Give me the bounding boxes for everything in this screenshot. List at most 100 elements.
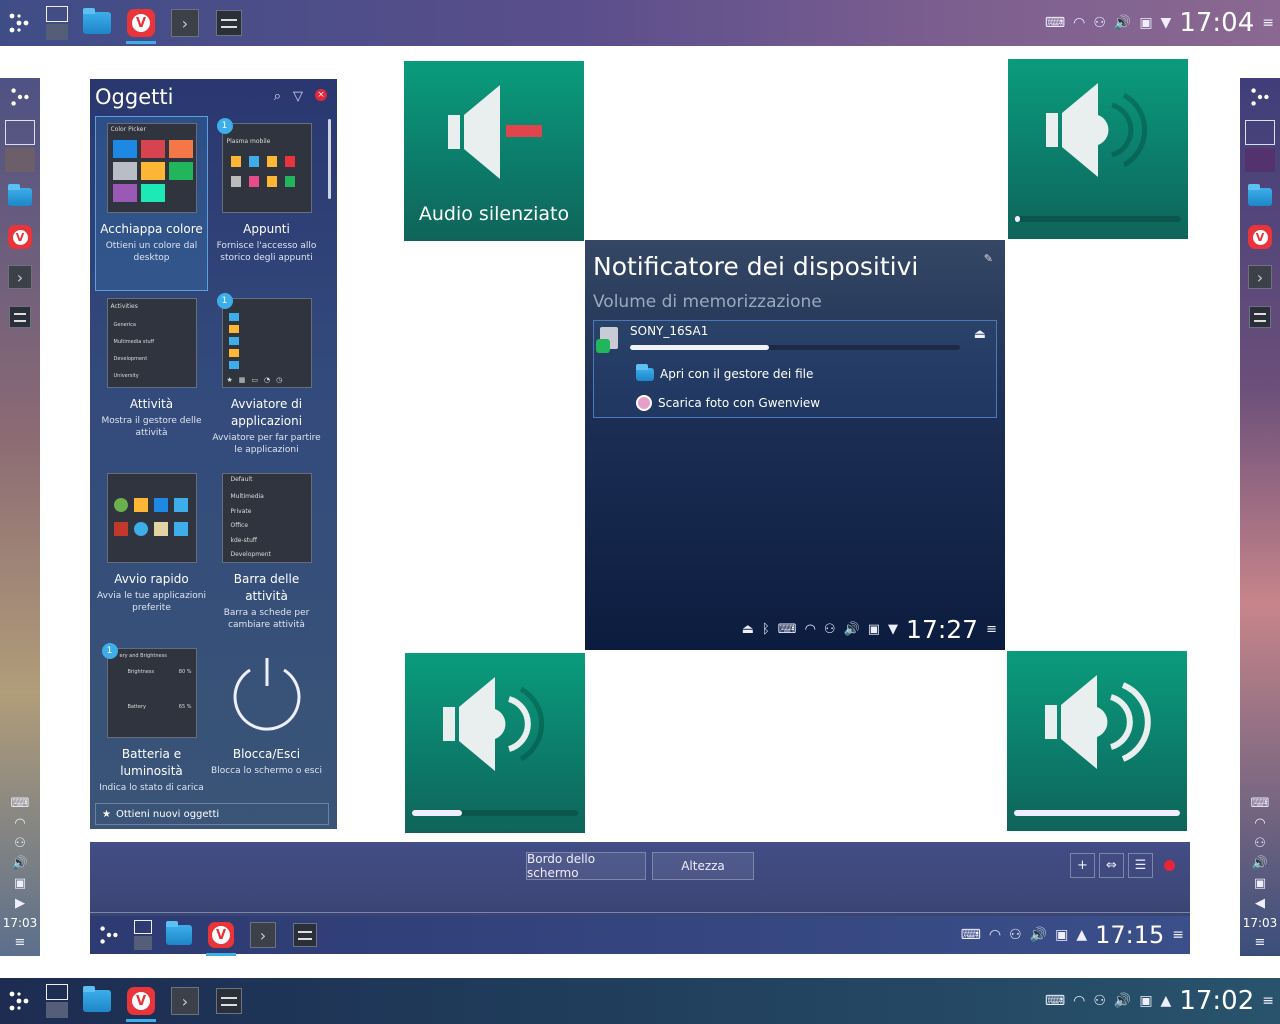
get-new-widgets-button[interactable]: ★ Ottieni nuovi oggetti bbox=[95, 803, 329, 825]
wifi-icon[interactable]: ◠ bbox=[1254, 816, 1265, 831]
close-icon[interactable] bbox=[1157, 853, 1182, 878]
battery-icon[interactable]: ▣ bbox=[1139, 993, 1152, 1009]
battery-icon[interactable]: ▣ bbox=[1055, 927, 1068, 943]
bluetooth-icon[interactable]: ᛒ bbox=[762, 622, 770, 637]
panel-menu-icon[interactable]: ≡ bbox=[986, 622, 997, 637]
vivaldi-launcher[interactable]: V bbox=[206, 920, 236, 956]
wifi-icon[interactable]: ◠ bbox=[14, 816, 25, 831]
search-icon[interactable]: ⌕ bbox=[274, 89, 281, 104]
user-icon[interactable]: ⚇ bbox=[1254, 836, 1266, 851]
virtual-desktop-pager[interactable] bbox=[46, 984, 68, 1018]
device-item[interactable]: SONY_16SA1 ⏏ Apri con il gestore dei fil… bbox=[593, 320, 997, 418]
clock[interactable]: 17:04 bbox=[1179, 8, 1254, 38]
desktop-1[interactable] bbox=[5, 120, 35, 145]
application-launcher-icon[interactable] bbox=[6, 988, 32, 1014]
volume-icon[interactable]: 🔊 bbox=[1252, 856, 1268, 871]
clock[interactable]: 17:02 bbox=[1179, 986, 1254, 1016]
widget-item-application-launcher[interactable]: 1 ★▦▭◔◷ Avviatore di applicazioni Avviat… bbox=[210, 291, 323, 466]
dolphin-launcher[interactable] bbox=[5, 182, 35, 212]
wifi-icon[interactable]: ◠ bbox=[805, 622, 816, 637]
keyboard-icon[interactable]: ⌨ bbox=[1045, 15, 1065, 31]
battery-icon[interactable]: ▣ bbox=[1254, 876, 1266, 891]
widget-item-battery-brightness[interactable]: 1 ery and Brightness Brightness 80 % Bat… bbox=[95, 641, 208, 816]
user-icon[interactable]: ⚇ bbox=[1093, 993, 1106, 1009]
tray-expand-icon[interactable]: ▼ bbox=[888, 622, 898, 637]
add-spacer-icon[interactable]: ⇔ bbox=[1099, 853, 1124, 878]
virtual-desktop-pager[interactable] bbox=[1245, 120, 1275, 172]
keyboard-icon[interactable]: ⌨ bbox=[778, 622, 797, 637]
system-settings-launcher[interactable] bbox=[5, 302, 35, 332]
eject-icon[interactable]: ⏏ bbox=[974, 327, 986, 342]
application-launcher-icon[interactable] bbox=[96, 922, 122, 948]
user-icon[interactable]: ⚇ bbox=[1093, 15, 1106, 31]
clock[interactable]: 17:03 bbox=[3, 916, 38, 930]
system-settings-launcher[interactable] bbox=[1245, 302, 1275, 332]
tray-expand-icon[interactable]: ▲ bbox=[1076, 927, 1087, 943]
battery-icon[interactable]: ▣ bbox=[14, 876, 26, 891]
panel-menu-icon[interactable]: ≡ bbox=[15, 935, 26, 950]
widget-item-lock-logout[interactable]: Blocca/Esci Blocca lo schermo o esci bbox=[210, 641, 323, 816]
widget-item-activity-bar[interactable]: Default Multimedia Private Office kde-st… bbox=[210, 466, 323, 641]
screen-edge-button[interactable]: Bordo dello schermo bbox=[526, 852, 646, 880]
desktop-1[interactable] bbox=[46, 984, 68, 1000]
desktop-1[interactable] bbox=[1245, 120, 1275, 145]
user-icon[interactable]: ⚇ bbox=[824, 622, 836, 637]
dolphin-launcher[interactable] bbox=[82, 8, 112, 38]
volume-icon[interactable]: 🔊 bbox=[1030, 927, 1047, 943]
system-settings-launcher[interactable] bbox=[214, 8, 244, 38]
konsole-launcher[interactable]: › bbox=[170, 986, 200, 1016]
keyboard-icon[interactable]: ⌨ bbox=[961, 927, 981, 943]
height-button[interactable]: Altezza bbox=[652, 852, 754, 880]
dolphin-launcher[interactable] bbox=[82, 986, 112, 1016]
widget-item-quicklaunch[interactable]: Avvio rapido Avvia le tue applicazioni p… bbox=[95, 466, 208, 641]
user-icon[interactable]: ⚇ bbox=[1009, 927, 1022, 943]
close-icon[interactable]: × bbox=[315, 89, 327, 101]
action-open-file-manager[interactable]: Apri con il gestore dei file bbox=[636, 363, 813, 381]
vivaldi-launcher[interactable]: V bbox=[5, 222, 35, 252]
clock[interactable]: 17:27 bbox=[906, 615, 978, 644]
wifi-icon[interactable]: ◠ bbox=[989, 927, 1001, 943]
battery-icon[interactable]: ▣ bbox=[1139, 15, 1152, 31]
add-widgets-icon[interactable]: + bbox=[1070, 853, 1095, 878]
desktop-2[interactable] bbox=[1245, 147, 1275, 172]
application-launcher-icon[interactable] bbox=[7, 84, 33, 110]
clock[interactable]: 17:15 bbox=[1095, 921, 1164, 949]
clock[interactable]: 17:03 bbox=[1243, 916, 1278, 930]
tray-expand-icon[interactable]: ◀ bbox=[1255, 896, 1265, 911]
volume-icon[interactable]: 🔊 bbox=[844, 622, 860, 637]
volume-icon[interactable]: 🔊 bbox=[1114, 993, 1131, 1009]
pin-icon[interactable]: ✎ bbox=[984, 252, 993, 265]
wifi-icon[interactable]: ◠ bbox=[1073, 15, 1085, 31]
application-launcher-icon[interactable] bbox=[1247, 84, 1273, 110]
virtual-desktop-pager[interactable] bbox=[5, 120, 35, 172]
system-settings-launcher[interactable] bbox=[290, 920, 320, 950]
dolphin-launcher[interactable] bbox=[1245, 182, 1275, 212]
widget-item-color-picker[interactable]: Color Picker Acchiappa colore Ottieni un… bbox=[95, 116, 208, 291]
dolphin-launcher[interactable] bbox=[164, 920, 194, 950]
konsole-launcher[interactable]: › bbox=[170, 8, 200, 38]
virtual-desktop-pager[interactable] bbox=[134, 920, 152, 950]
tray-expand-icon[interactable]: ▶ bbox=[15, 896, 25, 911]
volume-icon[interactable]: 🔊 bbox=[12, 856, 28, 871]
wifi-icon[interactable]: ◠ bbox=[1073, 993, 1085, 1009]
konsole-launcher[interactable]: › bbox=[5, 262, 35, 292]
vivaldi-launcher[interactable]: V bbox=[1245, 222, 1275, 252]
desktop-2[interactable] bbox=[5, 147, 35, 172]
panel-menu-icon[interactable]: ≡ bbox=[1172, 927, 1184, 943]
keyboard-icon[interactable]: ⌨ bbox=[11, 796, 30, 811]
user-icon[interactable]: ⚇ bbox=[14, 836, 26, 851]
keyboard-icon[interactable]: ⌨ bbox=[1045, 993, 1065, 1009]
konsole-launcher[interactable]: › bbox=[1245, 262, 1275, 292]
widget-item-activities[interactable]: Activities Generica Multimedia stuff Dev… bbox=[95, 291, 208, 466]
virtual-desktop-pager[interactable] bbox=[46, 6, 68, 40]
vivaldi-launcher[interactable]: V bbox=[126, 8, 156, 44]
scrollbar[interactable] bbox=[328, 119, 331, 199]
konsole-launcher[interactable]: › bbox=[248, 920, 278, 950]
panel-ruler[interactable] bbox=[90, 890, 1190, 913]
tray-expand-icon[interactable]: ▼ bbox=[1161, 15, 1172, 31]
desktop-2[interactable] bbox=[46, 1002, 68, 1018]
desktop-2[interactable] bbox=[134, 936, 152, 950]
panel-menu-icon[interactable]: ≡ bbox=[1262, 15, 1274, 31]
panel-menu-icon[interactable]: ≡ bbox=[1262, 993, 1274, 1009]
tray-expand-icon[interactable]: ▲ bbox=[1161, 993, 1172, 1009]
